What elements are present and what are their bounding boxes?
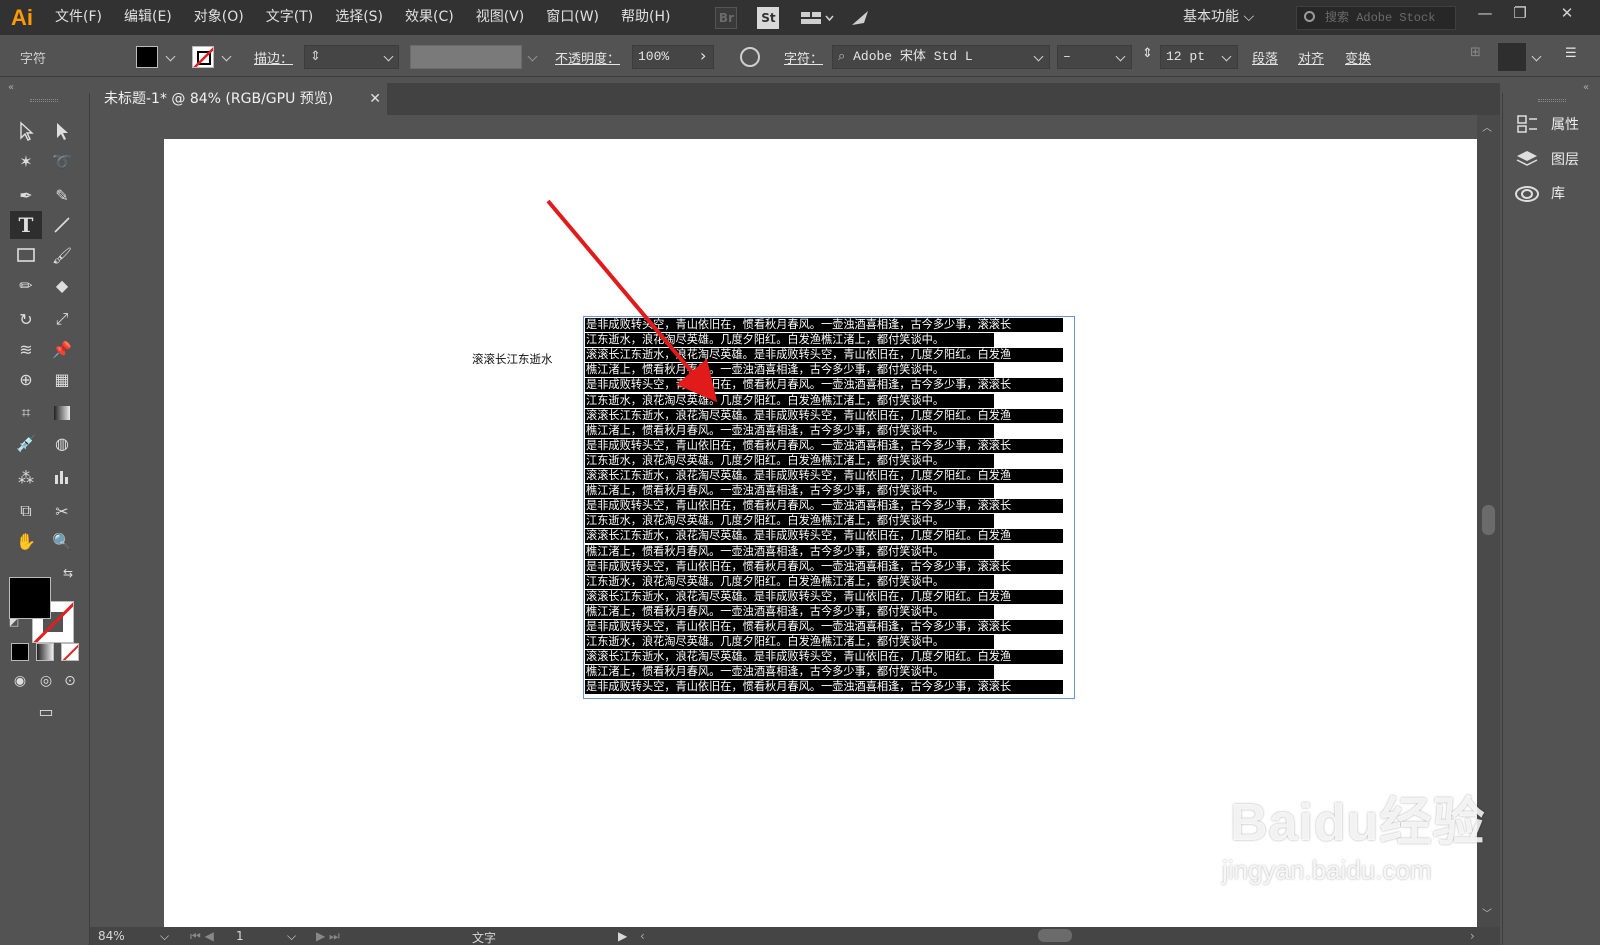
current-tool-status: 文字	[472, 931, 497, 945]
properties-icon	[1515, 113, 1539, 135]
page-dropdown-icon[interactable]: ⌵	[287, 929, 296, 944]
status-bar: 84% ⌵ ⏮ ◀ 1 ⌵ ▶ ⏭ 文字 ▶ ‹ ›	[90, 927, 1500, 945]
scroll-down-icon[interactable]: ﹀	[1482, 905, 1492, 920]
scroll-up-icon[interactable]: ︿	[1482, 119, 1492, 134]
status-menu-icon[interactable]: ▶	[618, 929, 627, 943]
watermark-brand: Baidu经验	[1230, 794, 1486, 852]
right-panel-dock: 属性 图层 库	[1502, 93, 1600, 945]
libraries-panel-button[interactable]: 库	[1515, 180, 1565, 206]
page-number[interactable]: 1	[236, 929, 244, 943]
fill-color-box[interactable]	[9, 577, 51, 619]
horizontal-scrollbar-thumb[interactable]	[1038, 929, 1072, 942]
scrollbar-thumb[interactable]	[1482, 505, 1495, 535]
watermark-url: jingyan.baidu.com	[1222, 855, 1432, 885]
first-page-icon[interactable]: ⏮ ◀	[190, 929, 214, 944]
baidu-watermark: Baidu经验 jingyan.baidu.com	[1222, 780, 1486, 886]
layers-panel-button[interactable]: 图层	[1515, 146, 1579, 172]
next-page-icon[interactable]: ▶ ⏭	[316, 929, 340, 944]
creative-cloud-icon	[1515, 182, 1539, 204]
panel-grip[interactable]	[1538, 99, 1566, 102]
scroll-left-icon[interactable]: ‹	[640, 929, 645, 943]
scroll-right-icon[interactable]: ›	[1470, 929, 1475, 943]
zoom-level[interactable]: 84%	[98, 929, 125, 943]
properties-panel-button[interactable]: 属性	[1515, 111, 1579, 137]
layers-icon	[1515, 148, 1539, 170]
zoom-dropdown-icon[interactable]: ⌵	[160, 929, 169, 944]
